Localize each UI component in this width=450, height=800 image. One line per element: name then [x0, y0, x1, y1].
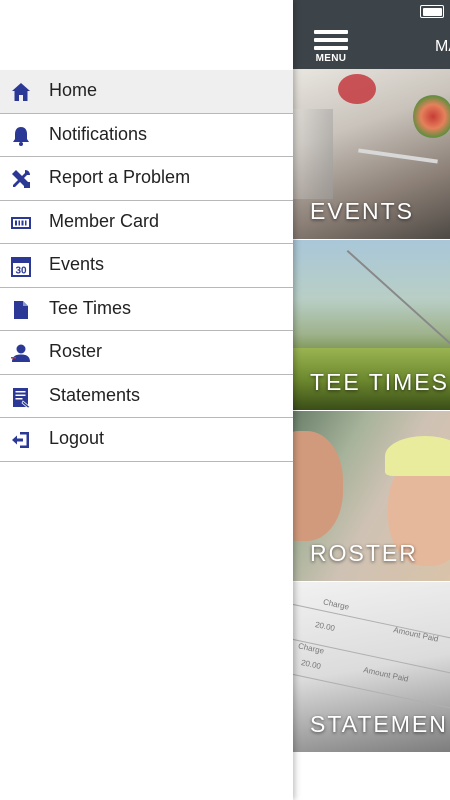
statement-bg-text: 20.00 [300, 658, 322, 671]
tile-tee-times[interactable]: TEE TIMES [293, 240, 450, 410]
drawer-item-label: Statements [49, 384, 141, 405]
drawer-item-logout[interactable]: Logout [0, 418, 293, 462]
statement-icon [13, 387, 31, 408]
drawer-item-notifications[interactable]: Notifications [0, 114, 293, 157]
drawer-item-report-a-problem[interactable]: Report a Problem [0, 157, 293, 201]
drawer-menu: Home Notifications Report a Problem Memb… [0, 70, 293, 462]
drawer-item-label: Events [49, 254, 105, 274]
card-icon [11, 216, 31, 229]
tile-label: TEE TIMES [310, 369, 449, 395]
tile-label: ROSTER [310, 540, 418, 566]
bell-icon [13, 126, 29, 146]
drawer-item-roster[interactable]: Roster [0, 331, 293, 375]
statement-bg-text: Charge [322, 597, 350, 612]
tile-statements[interactable]: Charge Amount Paid 20.00 Charge Amount P… [293, 582, 450, 752]
drawer-item-tee-times[interactable]: Tee Times [0, 288, 293, 331]
tile-roster[interactable]: ROSTER [293, 411, 450, 581]
logout-icon [12, 432, 29, 448]
statement-bg-text: Amount Paid [392, 625, 440, 644]
tile-events[interactable]: EVENTS [293, 69, 450, 239]
document-icon [14, 300, 28, 319]
battery-icon [420, 5, 444, 18]
drawer-item-label: Member Card [49, 210, 160, 231]
drawer-item-events[interactable]: 30 Events [0, 244, 293, 288]
person-icon [11, 344, 30, 362]
drawer-item-label: Tee Times [49, 297, 132, 318]
menu-label: MENU [315, 53, 347, 64]
drawer-item-label: Report a Problem [49, 167, 191, 187]
drawer-item-label: Notifications [49, 123, 148, 144]
navigation-drawer: Home Notifications Report a Problem Memb… [0, 0, 293, 800]
drawer-item-label: Logout [49, 428, 105, 448]
calendar-icon: 30 [11, 257, 31, 277]
drawer-item-statements[interactable]: Statements [0, 375, 293, 418]
statement-bg-text: Amount Paid [362, 665, 410, 684]
tile-label: EVENTS [310, 198, 415, 224]
main-screen: MENU MA EVENTS TEE TIMES ROSTER Charge A… [293, 0, 450, 800]
home-icon [12, 83, 30, 101]
menu-button[interactable]: MENU [313, 28, 349, 66]
app-title: MA [435, 38, 450, 55]
statement-bg-text: 20.00 [314, 620, 336, 633]
statement-bg-text: Charge [297, 641, 325, 656]
drawer-item-home[interactable]: Home [0, 70, 293, 114]
status-bar [293, 0, 450, 24]
calendar-day: 30 [15, 266, 27, 277]
drawer-item-label: Roster [49, 341, 103, 361]
app-bar: MENU MA [293, 24, 450, 69]
drawer-item-member-card[interactable]: Member Card [0, 201, 293, 244]
drawer-item-label: Home [49, 80, 98, 100]
tile-label: STATEMEN [310, 711, 448, 737]
tools-icon [12, 170, 30, 188]
